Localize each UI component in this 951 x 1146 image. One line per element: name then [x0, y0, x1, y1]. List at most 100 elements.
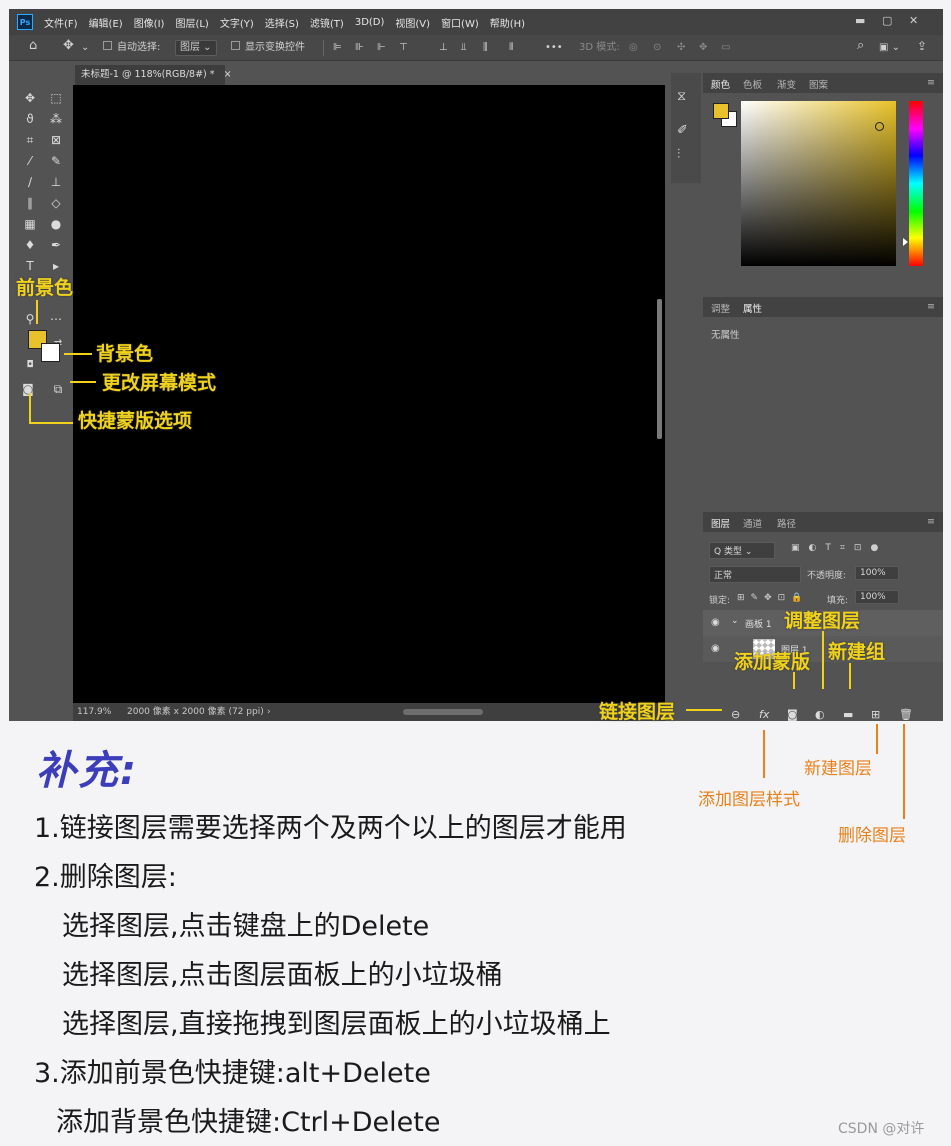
brush-settings-icon[interactable]: ✐ [677, 123, 688, 138]
distribute-spacing-icon[interactable]: ⦀ [509, 41, 513, 55]
move-tool-icon[interactable]: ✥ [63, 39, 74, 53]
tab-gradients[interactable]: 渐变 [777, 77, 796, 91]
tab-swatches[interactable]: 色板 [743, 77, 762, 91]
menu-view[interactable]: 视图(V) [395, 15, 430, 30]
distribute-icon[interactable]: ⫼ [483, 41, 488, 55]
align-top-icon[interactable]: ⊤ [399, 41, 408, 55]
magic-wand-icon[interactable]: ⁂ [47, 110, 65, 128]
opacity-input[interactable]: 100% [855, 566, 899, 580]
lock-icons[interactable]: ⊞✎✥⊡🔒 [737, 593, 827, 603]
panel-menu-icon[interactable]: ≡ [927, 516, 935, 527]
link-layers-icon[interactable]: ⊖ [731, 708, 740, 721]
eraser-tool-icon[interactable]: ◇ [47, 194, 65, 212]
menu-edit[interactable]: 编辑(E) [89, 15, 123, 30]
auto-select-dropdown[interactable]: 图层 ⌄ [175, 40, 217, 56]
hue-slider-marker[interactable] [903, 238, 908, 246]
3d-scale-icon[interactable]: ▭ [721, 41, 730, 55]
share-icon[interactable]: ⇪ [917, 39, 927, 53]
color-picker-cursor[interactable] [875, 122, 884, 131]
menu-image[interactable]: 图像(I) [134, 15, 165, 30]
tab-layers[interactable]: 图层 [711, 516, 730, 530]
chevron-down-icon[interactable]: ⌄ [731, 616, 739, 626]
visibility-eye-icon[interactable]: ◉ [711, 643, 720, 654]
new-group-icon[interactable]: ▬ [843, 708, 853, 721]
tab-paths[interactable]: 路径 [777, 516, 796, 530]
panel-menu-icon[interactable]: ≡ [927, 301, 935, 312]
home-icon[interactable]: ⌂ [29, 39, 37, 53]
close-tab-icon[interactable]: × [224, 69, 232, 80]
stamp-tool-icon[interactable]: ⊥ [47, 173, 65, 191]
menu-type[interactable]: 文字(Y) [220, 15, 254, 30]
visibility-eye-icon[interactable]: ◉ [711, 617, 720, 628]
eyedropper-icon[interactable]: ⁄ [21, 152, 39, 170]
delete-layer-icon[interactable]: 🗑 [899, 708, 913, 721]
status-menu-icon[interactable]: › [267, 703, 271, 721]
panel-menu-icon[interactable]: ≡ [927, 77, 935, 88]
more-options-icon[interactable]: ••• [545, 41, 563, 55]
3d-orbit-icon[interactable]: ◎ [629, 41, 638, 55]
tab-color[interactable]: 颜色 [711, 77, 730, 91]
search-icon[interactable]: ⌕ [857, 39, 864, 53]
pen-tool-icon[interactable]: ✒ [47, 236, 65, 254]
minimize-icon[interactable]: ▬ [855, 14, 865, 27]
layer-filter-dropdown[interactable]: Q 类型 ⌄ [709, 542, 775, 559]
3d-pan-icon[interactable]: ✣ [677, 41, 685, 55]
dodge-tool-icon[interactable]: ♦ [21, 236, 39, 254]
history-brush-icon[interactable]: ∥ [21, 194, 39, 212]
menu-filter[interactable]: 滤镜(T) [310, 15, 344, 30]
blend-mode-dropdown[interactable]: 正常 [709, 566, 801, 583]
horizontal-scrollbar[interactable] [403, 709, 483, 715]
screen-mode-icon[interactable]: ⧉ [49, 380, 67, 398]
3d-slide-icon[interactable]: ✥ [699, 41, 707, 55]
tab-adjustments[interactable]: 调整 [711, 301, 730, 315]
default-colors-icon[interactable]: ◘ [21, 356, 39, 374]
layer-style-icon[interactable]: fx [759, 708, 769, 721]
menu-select[interactable]: 选择(S) [265, 15, 299, 30]
frame-tool-icon[interactable]: ⊠ [47, 131, 65, 149]
lasso-tool-icon[interactable]: ϑ [21, 110, 39, 128]
workspace-icon[interactable]: ▣ ⌄ [879, 41, 900, 55]
align-left-icon[interactable]: ⊫ [333, 41, 342, 55]
menu-layer[interactable]: 图层(L) [175, 15, 208, 30]
menu-window[interactable]: 窗口(W) [441, 15, 479, 30]
chevron-down-icon[interactable]: ⌄ [81, 41, 89, 55]
new-layer-icon[interactable]: ⊞ [871, 708, 880, 721]
color-field[interactable] [741, 101, 896, 266]
crop-tool-icon[interactable]: ⌗ [21, 131, 39, 149]
align-bottom-icon[interactable]: ⫫ [461, 41, 467, 55]
menu-3d[interactable]: 3D(D) [355, 17, 385, 28]
3d-roll-icon[interactable]: ⊙ [653, 41, 661, 55]
hue-slider[interactable] [909, 101, 923, 266]
document-tab[interactable]: 未标题-1 @ 118%(RGB/8#) * × [75, 65, 232, 85]
tab-channels[interactable]: 通道 [743, 516, 762, 530]
more-tools-icon[interactable]: ⋯ [47, 310, 65, 328]
brush-tool-icon[interactable]: ∕ [21, 173, 39, 191]
zoom-level[interactable]: 117.9% [77, 703, 111, 721]
adjustment-layer-icon[interactable]: ◐ [815, 708, 825, 721]
close-icon[interactable]: ✕ [909, 14, 918, 27]
marquee-tool-icon[interactable]: ⬚ [47, 89, 65, 107]
healing-brush-icon[interactable]: ✎ [47, 152, 65, 170]
blur-tool-icon[interactable]: ● [47, 215, 65, 233]
quick-mask-icon[interactable]: ◙ [19, 380, 37, 398]
menu-help[interactable]: 帮助(H) [490, 15, 525, 30]
adjustments-panel-icon[interactable]: ⫶ [677, 147, 680, 162]
tab-properties[interactable]: 属性 [743, 301, 762, 315]
maximize-icon[interactable]: ▢ [882, 14, 892, 27]
align-hcenter-icon[interactable]: ⊪ [355, 41, 364, 55]
show-transform-checkbox[interactable] [231, 41, 240, 55]
tab-patterns[interactable]: 图案 [809, 77, 828, 91]
gradient-tool-icon[interactable]: ▦ [21, 215, 39, 233]
vertical-scrollbar[interactable] [657, 299, 662, 439]
fill-input[interactable]: 100% [855, 590, 899, 604]
menu-file[interactable]: 文件(F) [44, 15, 78, 30]
auto-select-checkbox[interactable] [103, 41, 112, 55]
filter-icons[interactable]: ▣◐T⌗⊡● [791, 543, 911, 553]
background-color-swatch[interactable] [41, 343, 60, 362]
align-vcenter-icon[interactable]: ⊥ [439, 41, 448, 55]
align-right-icon[interactable]: ⊩ [377, 41, 386, 55]
move-tool-icon[interactable]: ✥ [21, 89, 39, 107]
panel-foreground-swatch[interactable] [713, 103, 729, 119]
add-mask-icon[interactable]: ◙ [787, 708, 798, 721]
history-panel-icon[interactable]: ⧖ [677, 89, 686, 104]
